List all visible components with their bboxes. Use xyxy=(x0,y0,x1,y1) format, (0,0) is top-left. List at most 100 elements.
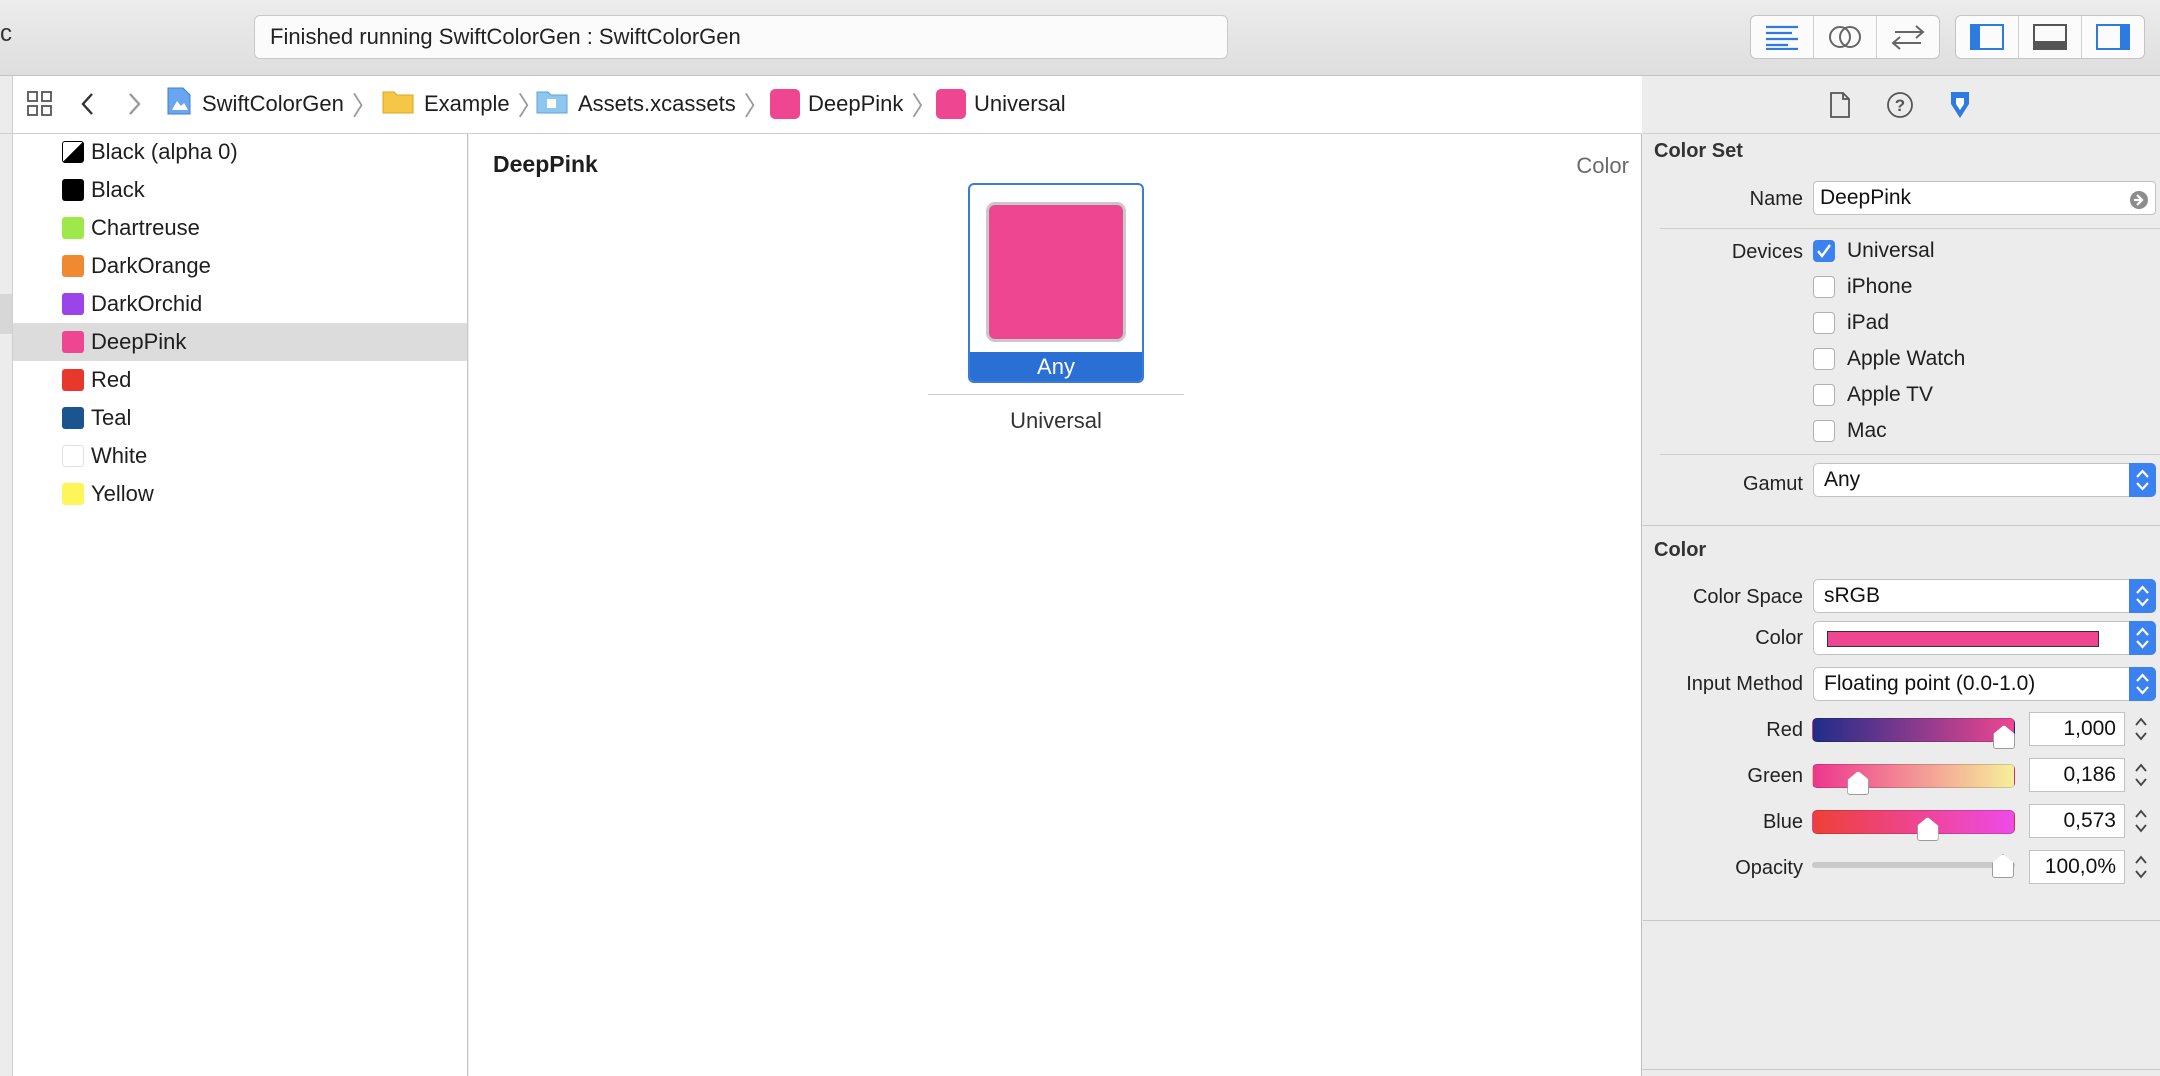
input-method-popup[interactable]: Floating point (0.0-1.0) xyxy=(1813,667,2156,701)
related-items-icon[interactable] xyxy=(26,90,54,123)
list-item[interactable]: White xyxy=(13,437,467,475)
list-item-label: White xyxy=(91,443,148,468)
file-inspector-icon[interactable] xyxy=(1825,90,1855,120)
section-divider xyxy=(1643,920,2160,921)
color-popup[interactable] xyxy=(1813,621,2156,655)
color-swatch-icon xyxy=(62,293,84,315)
checkbox-icon xyxy=(1813,312,1835,334)
navigator-toggle-icon[interactable] xyxy=(1956,16,2019,58)
blue-stepper-icon[interactable] xyxy=(2131,804,2151,838)
list-item[interactable]: Chartreuse xyxy=(13,209,467,247)
devices-label: Devices xyxy=(1731,241,1803,263)
list-item[interactable]: Black xyxy=(13,171,467,209)
list-item[interactable]: DarkOrange xyxy=(13,247,467,285)
blue-label: Blue xyxy=(1762,811,1803,833)
panel-toggle-control xyxy=(1955,15,2145,59)
gamut-label: Gamut xyxy=(1742,473,1803,495)
group-caption: Universal xyxy=(1010,408,1102,433)
crumb-asset-catalog[interactable]: Assets.xcassets 〉 xyxy=(536,88,778,121)
activity-viewer: Finished running SwiftColorGen : SwiftCo… xyxy=(254,15,1228,59)
input-method-value: Floating point (0.0-1.0) xyxy=(1824,672,2036,695)
color-space-popup[interactable]: sRGB xyxy=(1813,579,2156,613)
opacity-slider[interactable] xyxy=(1812,854,2015,878)
crumb-color-set[interactable]: DeepPink 〉 xyxy=(770,88,945,121)
checkbox-checked-icon xyxy=(1813,240,1835,262)
attributes-inspector: ? Color Set Name DeepPink Devices Univer… xyxy=(1643,76,2160,1076)
quick-help-icon[interactable]: ? xyxy=(1885,90,1915,120)
list-item-label: DeepPink xyxy=(91,329,187,354)
list-item[interactable]: Yellow xyxy=(13,475,467,513)
list-item-selected[interactable]: DeepPink xyxy=(13,323,467,361)
red-value-field[interactable]: 1,000 xyxy=(2029,712,2125,746)
crumb-folder[interactable]: Example 〉 xyxy=(382,88,552,121)
checkbox-label: iPhone xyxy=(1847,275,1913,298)
checkbox-icon xyxy=(1813,276,1835,298)
crumb-separator: 〉 xyxy=(351,90,378,121)
blue-value-field[interactable]: 0,573 xyxy=(2029,804,2125,838)
inspector-tabs: ? xyxy=(1643,76,2160,134)
assistant-editor-icon[interactable] xyxy=(1814,16,1877,58)
color-well-bar xyxy=(1827,631,2099,647)
color-well-any[interactable]: Any xyxy=(968,183,1144,383)
checkbox-label: Apple Watch xyxy=(1847,347,1966,370)
list-item-label: Chartreuse xyxy=(91,215,200,240)
toolbar-cut-glyph: c xyxy=(0,20,12,47)
version-editor-icon[interactable] xyxy=(1877,16,1939,58)
crumb-universal[interactable]: Universal xyxy=(936,88,1066,120)
asset-title: DeepPink xyxy=(493,151,598,177)
crumb-project-label: SwiftColorGen xyxy=(202,91,344,116)
green-value-field[interactable]: 0,186 xyxy=(2029,758,2125,792)
device-checkbox-universal[interactable]: Universal xyxy=(1813,237,1935,265)
list-item-label: DarkOrange xyxy=(91,253,211,278)
list-item-label: Yellow xyxy=(91,481,154,506)
popup-arrows-icon xyxy=(2129,667,2156,701)
list-item[interactable]: DarkOrchid xyxy=(13,285,467,323)
red-stepper-icon[interactable] xyxy=(2131,712,2151,746)
checkbox-label: Mac xyxy=(1847,419,1887,442)
list-item[interactable]: Teal xyxy=(13,399,467,437)
left-edge-strip xyxy=(0,134,13,1076)
popup-arrows-icon xyxy=(2129,621,2156,655)
color-swatch-icon xyxy=(62,141,84,163)
color-header: Color xyxy=(1654,539,1707,561)
standard-editor-icon[interactable] xyxy=(1751,16,1814,58)
color-space-label: Color Space xyxy=(1692,586,1803,608)
utilities-toggle-icon[interactable] xyxy=(2082,16,2144,58)
device-checkbox-apple-watch[interactable]: Apple Watch xyxy=(1813,345,1965,373)
crumb-universal-label: Universal xyxy=(974,91,1066,116)
green-stepper-icon[interactable] xyxy=(2131,758,2151,792)
asset-type-label: Color xyxy=(1576,153,1629,178)
crumb-project[interactable]: SwiftColorGen 〉 xyxy=(166,87,386,121)
debug-area-toggle-icon[interactable] xyxy=(2019,16,2082,58)
color-well-label: Any xyxy=(970,352,1142,381)
color-swatch-icon xyxy=(62,179,84,201)
gamut-popup[interactable]: Any xyxy=(1813,463,2156,497)
popup-arrows-icon xyxy=(2129,463,2156,497)
list-item[interactable]: Red xyxy=(13,361,467,399)
attributes-inspector-icon[interactable] xyxy=(1945,90,1975,120)
device-checkbox-mac[interactable]: Mac xyxy=(1813,417,1887,445)
device-checkbox-apple-tv[interactable]: Apple TV xyxy=(1813,381,1933,409)
blue-slider[interactable] xyxy=(1812,810,2015,841)
name-field[interactable]: DeepPink xyxy=(1813,181,2156,215)
green-slider[interactable] xyxy=(1812,764,2015,795)
color-label: Color xyxy=(1755,627,1803,649)
go-arrow-icon[interactable] xyxy=(2129,188,2149,220)
green-label: Green xyxy=(1747,765,1803,787)
list-item[interactable]: Black (alpha 0) xyxy=(13,133,467,171)
device-checkbox-ipad[interactable]: iPad xyxy=(1813,309,1889,337)
list-item-label: Black xyxy=(91,177,145,202)
toolbar: c Finished running SwiftColorGen : Swift… xyxy=(0,0,2160,76)
color-swatch-icon xyxy=(62,331,84,353)
forward-chevron-icon[interactable] xyxy=(124,90,144,123)
opacity-value-field[interactable]: 100,0% xyxy=(2029,850,2125,884)
red-slider[interactable] xyxy=(1812,718,2015,749)
popup-arrows-icon xyxy=(2129,579,2156,613)
opacity-stepper-icon[interactable] xyxy=(2131,850,2151,884)
crumb-asset-catalog-label: Assets.xcassets xyxy=(578,91,736,116)
name-field-value: DeepPink xyxy=(1820,186,1912,209)
back-chevron-icon[interactable] xyxy=(78,90,98,123)
color-set-header: Color Set xyxy=(1654,140,1743,162)
device-checkbox-iphone[interactable]: iPhone xyxy=(1813,273,1912,301)
crumb-color-set-label: DeepPink xyxy=(808,91,904,116)
